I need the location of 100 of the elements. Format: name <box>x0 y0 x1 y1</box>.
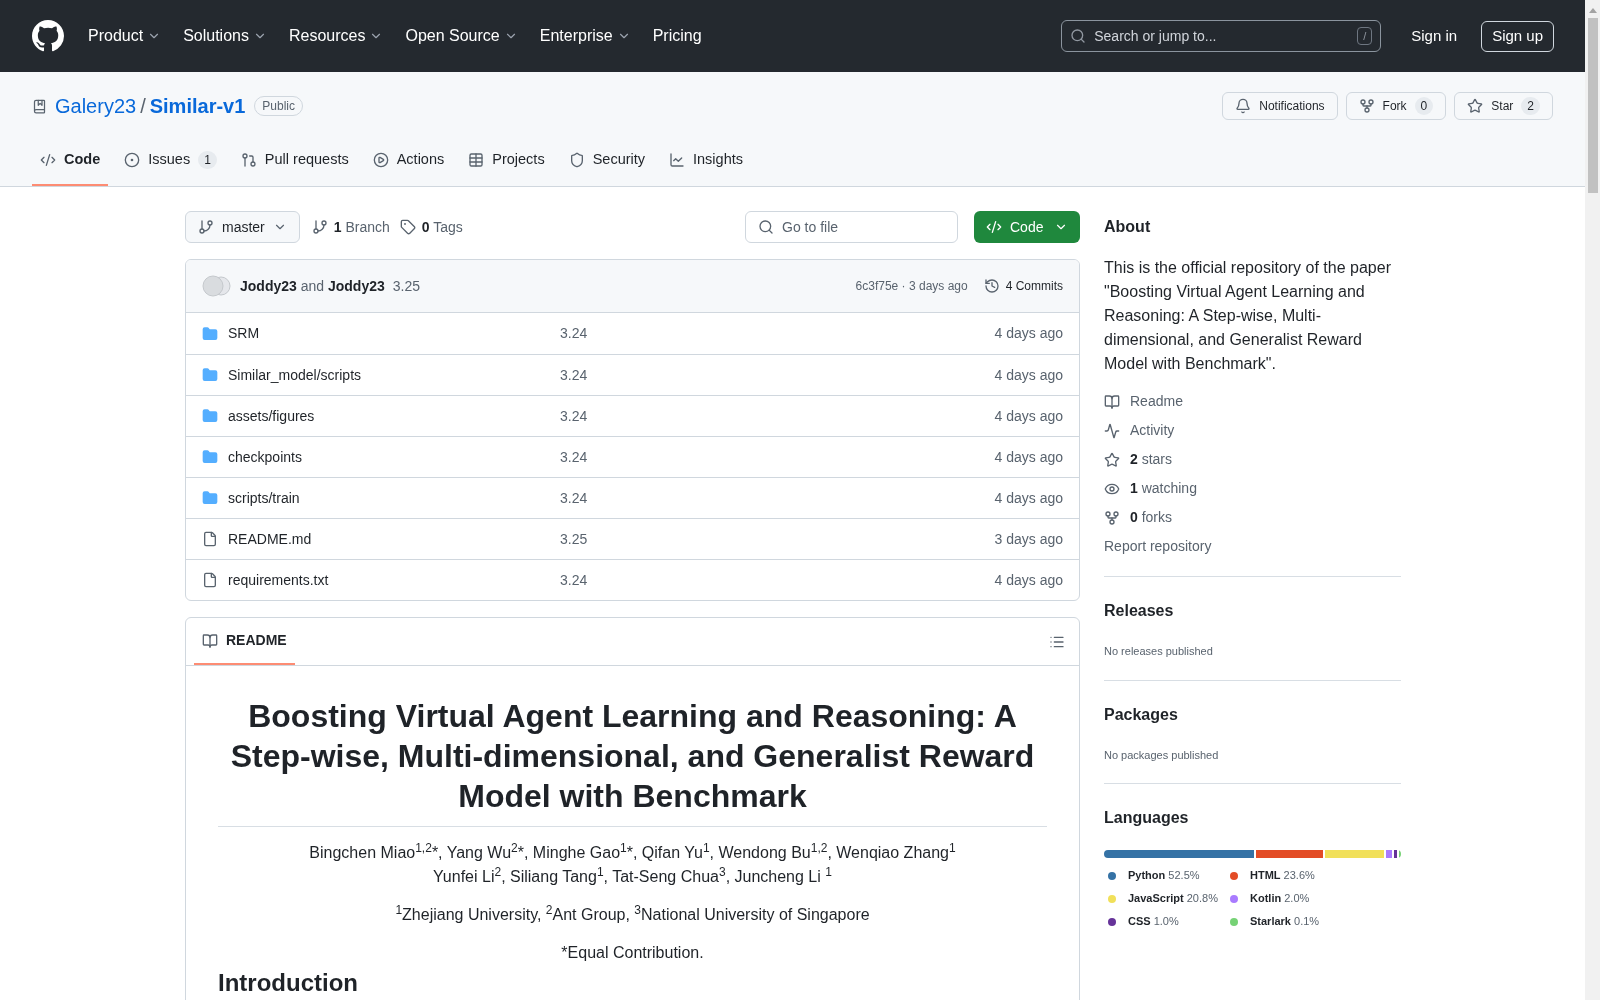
readme-tab[interactable]: README <box>194 618 295 665</box>
table-icon <box>468 152 485 168</box>
author-line: Bingchen Miao$^{1,2}$*, Yang Wu$^{2}$*, Minghe Gao$^{1}$*, Qifan Yu$^{1}$, Wendong Bu$^{1,2}$, Wenqiao Zhang$^{1}$ <box>309 841 956 863</box>
sign-up-button[interactable]: Sign up <box>1481 20 1554 52</box>
folder-icon <box>202 325 218 342</box>
affiliations: $^{1}$Zhejiang University, $^{2}$Ant Group, $^{3}$National University of Singapore <box>395 903 870 925</box>
packages-heading: Packages <box>1104 704 1179 725</box>
repo-tab[interactable]: Actions <box>364 136 453 186</box>
star-icon <box>1467 98 1484 114</box>
repo-tab[interactable]: Security <box>560 136 654 186</box>
repo-tab[interactable]: Issues 1 <box>116 136 225 186</box>
file-name-link[interactable]: SRM <box>228 323 560 344</box>
star-button[interactable]: Star 2 <box>1454 92 1553 120</box>
nav-menu-item[interactable]: Solutions <box>175 24 275 48</box>
search-placeholder: Search or jump to... <box>1094 26 1218 46</box>
file-name-link[interactable]: scripts/train <box>228 487 560 509</box>
code-icon <box>40 152 56 168</box>
branch-button[interactable]: master <box>185 211 300 243</box>
repo-name-link[interactable]: Similar-v1 <box>149 91 246 121</box>
folder-icon <box>202 367 218 383</box>
section-heading: Introduction <box>218 969 358 996</box>
about-heading: About <box>1104 217 1152 237</box>
language-label[interactable]: Kotlin 2.0% <box>1250 890 1310 907</box>
file-name-link[interactable]: requirements.txt <box>228 569 560 591</box>
fork-button[interactable]: Fork 0 <box>1345 92 1447 120</box>
nav-menu-item[interactable]: Enterprise <box>531 24 639 48</box>
readme-title: Boosting Virtual Agent Learning and Reasoning: A Step-wise, Multi-dimensional, and Generalist Reward Model with Benchmark <box>229 697 1036 816</box>
repo-icon <box>32 98 47 114</box>
commits-link[interactable]: 4 Commits <box>983 277 1063 295</box>
repo-tab[interactable]: Insights <box>661 136 751 186</box>
graph-icon <box>669 152 686 168</box>
fork-icon <box>1104 509 1120 526</box>
avatar-icon <box>202 275 232 297</box>
github-logo-icon[interactable] <box>32 20 64 52</box>
repo-owner-link[interactable]: Galery23 <box>55 91 137 121</box>
commit-message: 3.24 <box>560 447 588 467</box>
commit-age: 4 days ago <box>994 447 1063 467</box>
commit-authors: Joddy23 and Joddy23 <box>240 276 385 296</box>
code-button[interactable]: Code <box>974 211 1080 243</box>
language-label[interactable]: CSS 1.0% <box>1128 913 1179 930</box>
commit-sha: 6c3f75e · 3 days ago <box>855 278 968 295</box>
nav-menu-item[interactable]: Resources <box>280 24 392 48</box>
commit-message: 3.24 <box>560 365 588 385</box>
search-icon <box>758 219 774 235</box>
go-to-file-field[interactable]: Go to file <box>745 211 958 243</box>
contribution-note: *Equal Contribution. <box>561 943 704 963</box>
about-link[interactable]: 0 forks <box>1104 508 1401 527</box>
language-label[interactable]: Python 52.5% <box>1128 867 1200 884</box>
about-link[interactable]: Readme <box>1104 392 1401 411</box>
language-label[interactable]: HTML 23.6% <box>1250 867 1315 884</box>
nav-menu-item[interactable]: Open Source <box>397 24 526 48</box>
file-name-link[interactable]: Similar_model/scripts <box>228 364 560 386</box>
bell-icon <box>1235 98 1252 114</box>
scrollbar[interactable] <box>1585 0 1600 1000</box>
shortcut-key: / <box>1357 27 1373 45</box>
language-label[interactable]: Starlark 0.1% <box>1250 913 1320 930</box>
about-description: This is the official repository of the paper "Boosting Virtual Agent Learning and Reasoning: A Step-wise, Multi-dimensional, and Generalist Reward Model with Benchmark". <box>1104 258 1392 374</box>
author-line: Yunfei Li$^{2}$, Siliang Tang$^{1}$, Tat-Seng Chua$^{3}$, Juncheng Li $^{1}$ <box>432 865 833 887</box>
star-icon <box>1104 451 1120 468</box>
notifications-button[interactable]: Notifications <box>1222 92 1338 120</box>
about-link[interactable]: 1 watching <box>1104 479 1401 498</box>
repo-tab[interactable]: Projects <box>460 136 553 186</box>
file-icon <box>202 531 218 547</box>
about-link[interactable]: Activity <box>1104 421 1401 440</box>
search-field[interactable]: Search or jump to... / <box>1061 20 1382 52</box>
fork-icon <box>1358 98 1375 114</box>
packages-note: No packages published <box>1104 747 1220 763</box>
branch-icon <box>198 219 214 235</box>
counter: 1 <box>198 151 217 169</box>
tags-link[interactable]: 0 Tags <box>399 216 463 238</box>
language-label[interactable]: JavaScript 20.8% <box>1128 890 1218 907</box>
pull-request-icon <box>240 152 257 168</box>
commit-age: 3 days ago <box>994 529 1063 549</box>
file-name-link[interactable]: assets/figures <box>228 405 560 427</box>
branch-icon <box>311 219 328 235</box>
file-name-link[interactable]: README.md <box>228 528 560 550</box>
commit-age: 4 days ago <box>994 365 1063 385</box>
history-icon <box>983 278 1000 294</box>
repo-tab[interactable]: Pull requests <box>232 136 357 186</box>
pulse-icon <box>1104 422 1120 439</box>
folder-icon <box>202 408 218 424</box>
releases-note: No releases published <box>1104 644 1214 659</box>
sign-in-link[interactable]: Sign in <box>1403 24 1466 48</box>
file-icon <box>202 572 218 588</box>
branches-link[interactable]: 1 Branch <box>311 216 390 238</box>
about-link[interactable]: 2 stars <box>1104 450 1401 469</box>
commit-age: 4 days ago <box>994 406 1063 426</box>
commit-message: 3.24 <box>560 324 588 343</box>
folder-icon <box>202 449 218 465</box>
file-name-link[interactable]: checkpoints <box>228 446 560 468</box>
path-separator: / <box>140 94 146 119</box>
about-link[interactable]: Report repository <box>1104 537 1401 556</box>
counter: 2 <box>1521 97 1540 115</box>
nav-menu-item[interactable]: Pricing <box>644 24 710 48</box>
commit-age: 4 days ago <box>994 324 1063 343</box>
commit-message: 3.24 <box>560 488 588 508</box>
counter: 0 <box>1414 97 1434 115</box>
nav-menu-item[interactable]: Product <box>80 24 170 48</box>
repo-tab[interactable]: Code <box>32 136 109 186</box>
circle-dot-icon <box>124 152 141 168</box>
